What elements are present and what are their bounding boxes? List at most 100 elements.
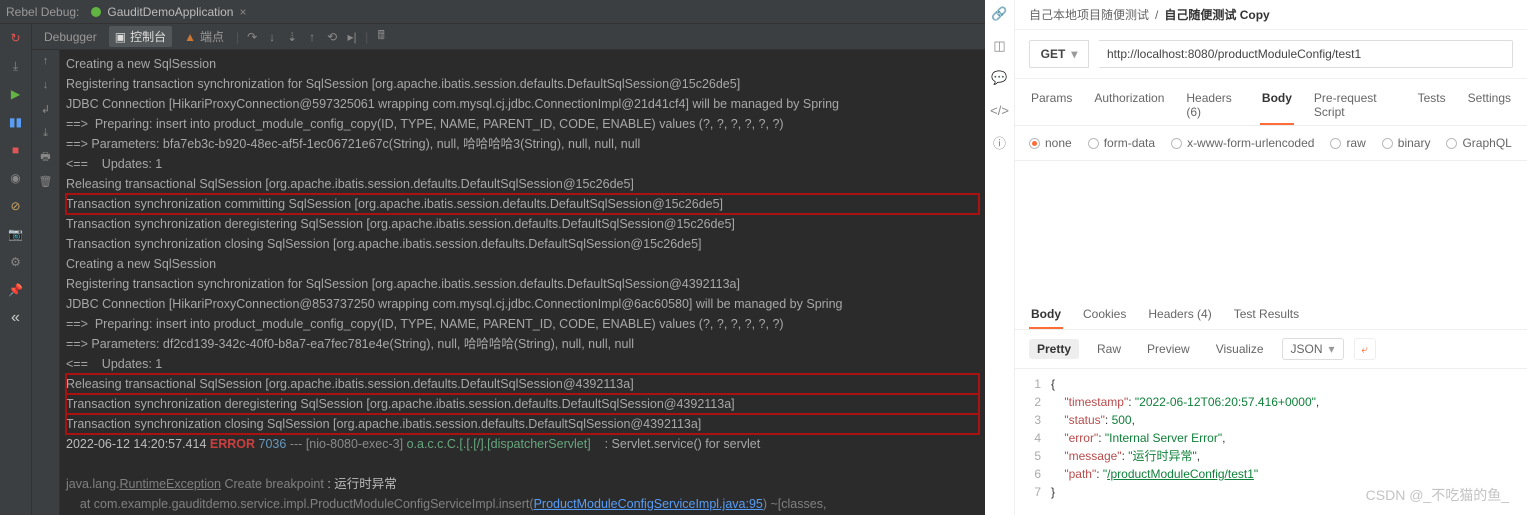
- doc-icon[interactable]: ◫: [992, 38, 1008, 54]
- postman-panel: 🔗 ◫ 💬 </> ⓘ 自己本地项目随便测试 / 自己随便测试 Copy GET…: [985, 0, 1527, 515]
- down-stack-icon[interactable]: ↓: [39, 78, 53, 92]
- json-line: 7}: [1023, 483, 1527, 501]
- ide-panel: Rebel Debug: GauditDemoApplication × ↻ ⤓…: [0, 0, 985, 515]
- log-line: ==> Preparing: insert into product_modul…: [66, 114, 979, 134]
- tab-debugger[interactable]: Debugger: [38, 28, 103, 46]
- run-config-tab[interactable]: GauditDemoApplication ×: [85, 5, 252, 19]
- step-over-icon[interactable]: ↷: [245, 30, 259, 44]
- settings-icon[interactable]: ⚙: [8, 254, 24, 270]
- tab-params[interactable]: Params: [1029, 85, 1074, 125]
- collapse-icon[interactable]: «: [8, 310, 24, 326]
- resp-tab-test-results[interactable]: Test Results: [1232, 301, 1301, 329]
- console-icon: ▣: [115, 30, 126, 44]
- mute-breakpoints-icon[interactable]: ⊘: [8, 198, 24, 214]
- json-path-link[interactable]: /productModuleConfig/test1: [1107, 467, 1254, 481]
- breadcrumb-current: 自己随便测试 Copy: [1164, 6, 1269, 23]
- info-icon[interactable]: ⓘ: [992, 134, 1008, 150]
- soft-wrap-icon[interactable]: ↲: [39, 102, 53, 116]
- tab-console[interactable]: ▣ 控制台: [109, 26, 172, 47]
- debug-prefix: Rebel Debug:: [6, 5, 79, 19]
- tab-tests[interactable]: Tests: [1416, 85, 1448, 125]
- format-select[interactable]: JSON ▾: [1282, 338, 1344, 360]
- comments-icon[interactable]: 💬: [992, 70, 1008, 86]
- breakpoints-small-icon: ▲: [184, 30, 196, 44]
- close-icon[interactable]: ×: [239, 5, 246, 19]
- postman-rail: 🔗 ◫ 💬 </> ⓘ: [985, 0, 1015, 515]
- wrap-icon[interactable]: ⤶: [1354, 338, 1376, 360]
- json-line: 4 "error": "Internal Server Error",: [1023, 429, 1527, 447]
- response-viewbar: Pretty Raw Preview Visualize JSON ▾ ⤶: [1015, 330, 1527, 369]
- response-tabs: Body Cookies Headers (4) Test Results: [1015, 295, 1527, 330]
- radio-graphql[interactable]: GraphQL: [1446, 136, 1511, 150]
- log-line: Creating a new SqlSession: [66, 54, 979, 74]
- drop-frame-icon[interactable]: ⟲: [325, 30, 339, 44]
- stack-frame: at com.example.gauditdemo.service.impl.P…: [66, 494, 979, 514]
- source-link[interactable]: ProductModuleConfigServiceImpl.java:95: [534, 497, 763, 511]
- method-select[interactable]: GET ▾: [1029, 40, 1089, 68]
- pause-icon[interactable]: ▮▮: [8, 114, 24, 130]
- radio-raw[interactable]: raw: [1330, 136, 1365, 150]
- log-line: Registering transaction synchronization …: [66, 274, 979, 294]
- json-line: 5 "message": "运行时异常",: [1023, 447, 1527, 465]
- compile-icon[interactable]: ⤓: [8, 58, 24, 74]
- log-line: Transaction synchronization deregisterin…: [66, 214, 979, 234]
- tab-headers[interactable]: Headers (6): [1184, 85, 1242, 125]
- log-line: JDBC Connection [HikariProxyConnection@8…: [66, 294, 979, 314]
- step-into-icon[interactable]: ↓: [265, 30, 279, 44]
- radio-none[interactable]: none: [1029, 136, 1072, 150]
- view-pretty[interactable]: Pretty: [1029, 339, 1079, 359]
- json-line: 1{: [1023, 375, 1527, 393]
- log-line: JDBC Connection [HikariProxyConnection@5…: [66, 94, 979, 114]
- resp-tab-body[interactable]: Body: [1029, 301, 1063, 329]
- breadcrumb-sep: /: [1155, 8, 1158, 22]
- link-icon[interactable]: 🔗: [992, 6, 1008, 22]
- log-line: Transaction synchronization deregisterin…: [66, 394, 979, 414]
- breakpoints-icon[interactable]: ◉: [8, 170, 24, 186]
- log-line: Registering transaction synchronization …: [66, 74, 979, 94]
- pin-icon[interactable]: 📌: [8, 282, 24, 298]
- log-line: ==> Parameters: bfa7eb3c-b920-48ec-af5f-…: [66, 134, 979, 154]
- tab-breakpoints[interactable]: ▲ 端点: [178, 26, 230, 47]
- view-preview[interactable]: Preview: [1139, 339, 1198, 359]
- scroll-end-icon[interactable]: ⤓: [39, 126, 53, 140]
- url-input[interactable]: http://localhost:8080/productModuleConfi…: [1099, 40, 1513, 68]
- json-line: 6 "path": "/productModuleConfig/test1": [1023, 465, 1527, 483]
- step-out-icon[interactable]: ↑: [305, 30, 319, 44]
- log-line: ==> Parameters: df2cd139-342c-40f0-b8a7-…: [66, 334, 979, 354]
- left-gutter: ↻ ⤓ ▶ ▮▮ ■ ◉ ⊘ 📷 ⚙ 📌 «: [0, 24, 32, 515]
- log-line: <== Updates: 1: [66, 354, 979, 374]
- run-to-cursor-icon[interactable]: ▸|: [345, 30, 359, 44]
- radio-x-www[interactable]: x-www-form-urlencoded: [1171, 136, 1314, 150]
- force-step-into-icon[interactable]: ⇣: [285, 30, 299, 44]
- evaluate-icon[interactable]: 🖩: [374, 30, 388, 44]
- tab-prerequest[interactable]: Pre-request Script: [1312, 85, 1398, 125]
- resume-icon[interactable]: ▶: [8, 86, 24, 102]
- chevron-down-icon: ▾: [1071, 47, 1077, 61]
- exception-head: java.lang.RuntimeException Create breakp…: [66, 474, 979, 494]
- clear-icon[interactable]: 🗑: [39, 174, 53, 188]
- json-line: 2 "timestamp": "2022-06-12T06:20:57.416+…: [1023, 393, 1527, 411]
- camera-icon[interactable]: 📷: [8, 226, 24, 242]
- radio-form-data[interactable]: form-data: [1088, 136, 1155, 150]
- radio-binary[interactable]: binary: [1382, 136, 1431, 150]
- view-visualize[interactable]: Visualize: [1208, 339, 1272, 359]
- stop-icon[interactable]: ■: [8, 142, 24, 158]
- breadcrumb-parent[interactable]: 自己本地项目随便测试: [1029, 6, 1149, 23]
- resp-tab-cookies[interactable]: Cookies: [1081, 301, 1128, 329]
- chevron-down-icon: ▾: [1329, 342, 1335, 356]
- tab-body[interactable]: Body: [1260, 85, 1294, 125]
- body-type-radios: none form-data x-www-form-urlencoded raw…: [1015, 126, 1527, 161]
- resp-tab-headers[interactable]: Headers (4): [1146, 301, 1213, 329]
- tab-authorization[interactable]: Authorization: [1092, 85, 1166, 125]
- log-error-line: 2022-06-12 14:20:57.414 ERROR 7036 --- […: [66, 434, 979, 454]
- rerun-icon[interactable]: ↻: [8, 30, 24, 46]
- response-json[interactable]: 1{2 "timestamp": "2022-06-12T06:20:57.41…: [1015, 369, 1527, 515]
- print-icon[interactable]: 🖶: [39, 150, 53, 164]
- log-line: Releasing transactional SqlSession [org.…: [66, 174, 979, 194]
- up-stack-icon[interactable]: ↑: [39, 54, 53, 68]
- console-side-icons: ↑ ↓ ↲ ⤓ 🖶 🗑: [32, 50, 60, 515]
- view-raw[interactable]: Raw: [1089, 339, 1129, 359]
- tab-settings[interactable]: Settings: [1466, 85, 1513, 125]
- code-icon[interactable]: </>: [992, 102, 1008, 118]
- console-output[interactable]: Creating a new SqlSessionRegistering tra…: [60, 50, 985, 515]
